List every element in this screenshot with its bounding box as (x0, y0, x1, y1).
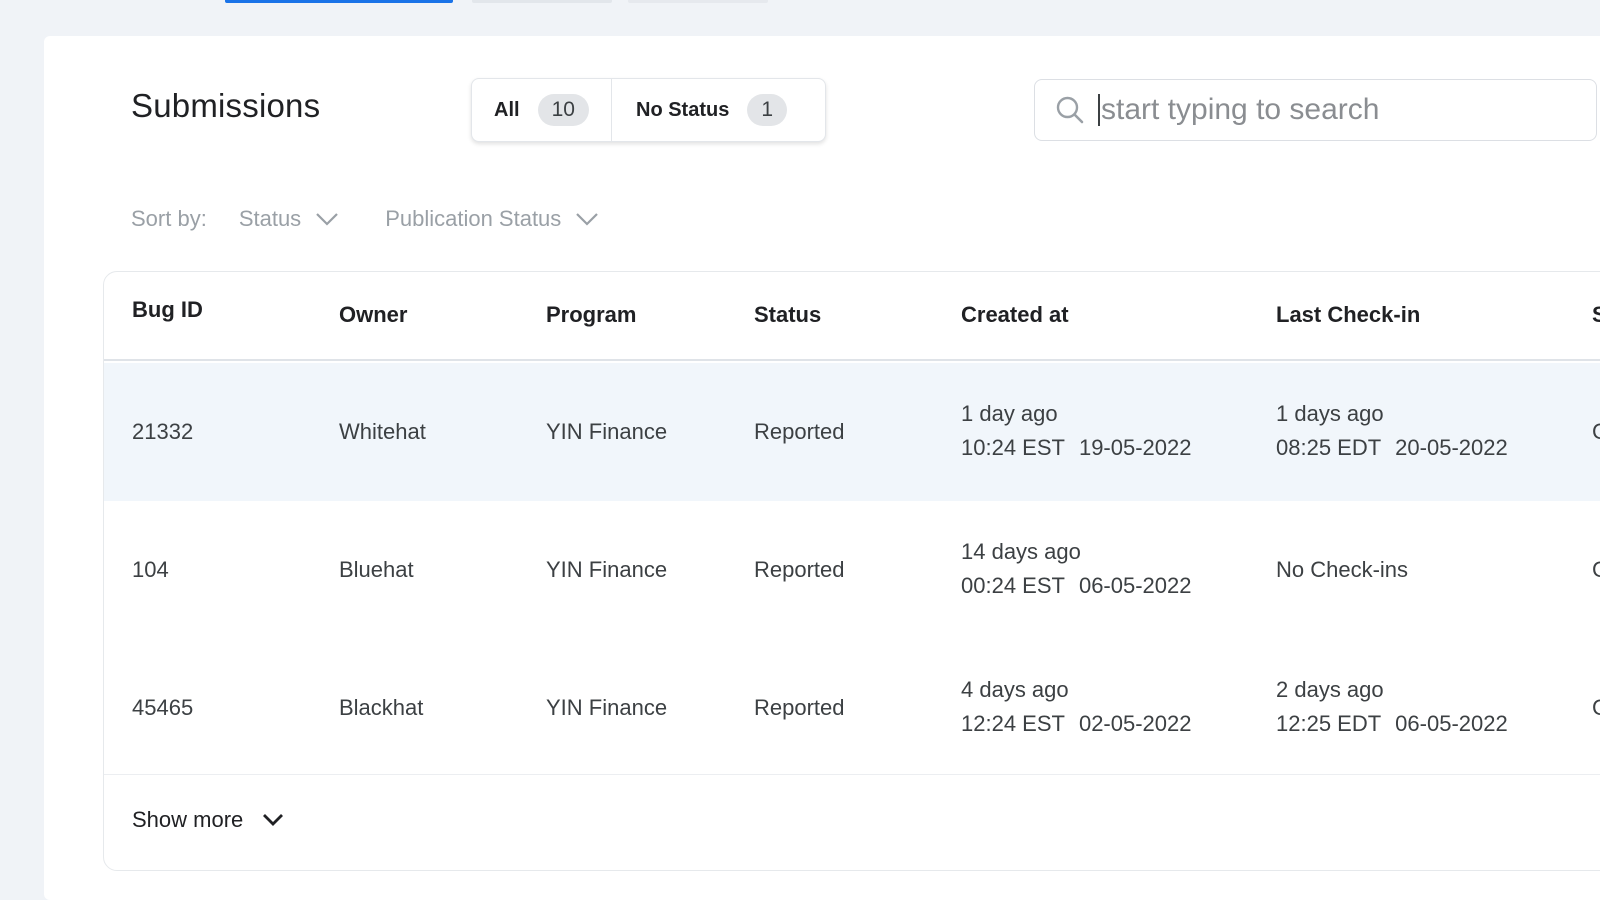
checkin-timestamp: 08:25 EDT 20-05-2022 (1276, 431, 1522, 465)
chevron-down-icon (263, 814, 284, 826)
sort-publication-status-label: Publication Status (385, 206, 562, 231)
status-filter-group: All 10 No Status 1 (471, 78, 826, 142)
created-timestamp: 00:24 EST 06-05-2022 (961, 569, 1206, 603)
checkin-relative: 1 days ago (1276, 401, 1384, 426)
filter-all-count-badge: 10 (537, 94, 589, 126)
column-header-truncated[interactable]: S (1592, 302, 1600, 328)
cell-program: YIN Finance (546, 695, 668, 720)
filter-all-label: All (494, 98, 520, 121)
cell-last-check-in: No Check-ins (1276, 557, 1409, 582)
sort-status-label: Status (238, 206, 302, 231)
column-header-program[interactable]: Program (546, 302, 636, 328)
cell-truncated: C (1592, 691, 1600, 725)
column-header-status[interactable]: Status (754, 302, 821, 328)
created-relative: 1 day ago (961, 401, 1058, 426)
cell-created-at: 1 day ago 10:24 EST 19-05-2022 (961, 397, 1206, 465)
created-time: 00:24 EST (961, 573, 1065, 598)
filter-no-status-button[interactable]: No Status 1 (612, 79, 788, 141)
top-tab-indicator[interactable] (628, 0, 768, 3)
checkin-timestamp: 12:25 EDT 06-05-2022 (1276, 707, 1522, 741)
cell-owner: Blackhat (339, 695, 424, 720)
created-time: 10:24 EST (961, 435, 1065, 460)
checkin-relative: 2 days ago (1276, 677, 1384, 702)
created-relative: 14 days ago (961, 539, 1081, 564)
sort-by-label: Sort by: (131, 206, 207, 231)
sort-publication-status-dropdown[interactable]: Publication Status (385, 206, 599, 232)
created-timestamp: 10:24 EST 19-05-2022 (961, 431, 1206, 465)
column-header-created-at[interactable]: Created at (961, 302, 1069, 328)
cell-bug-id: 104 (132, 557, 169, 582)
sort-bar: Sort by: Status Publication Status (131, 206, 645, 232)
search-box[interactable] (1034, 79, 1597, 141)
table-header: Bug ID Owner Program Status Created at L… (104, 272, 1600, 361)
created-timestamp: 12:24 EST 02-05-2022 (961, 707, 1206, 741)
table-row[interactable]: 45465 Blackhat YIN Finance Reported 4 da… (104, 639, 1600, 777)
cell-last-check-in: 2 days ago 12:25 EDT 06-05-2022 (1276, 673, 1522, 741)
cell-program: YIN Finance (546, 557, 668, 582)
column-header-bug-id[interactable]: Bug ID (132, 297, 203, 323)
created-time: 12:24 EST (961, 711, 1065, 736)
created-date: 19-05-2022 (1078, 435, 1192, 460)
checkin-date: 06-05-2022 (1395, 711, 1508, 736)
filter-no-status-count-badge: 1 (747, 94, 788, 126)
column-header-last-check-in[interactable]: Last Check-in (1276, 302, 1420, 328)
page-title: Submissions (131, 87, 321, 124)
search-input[interactable] (1101, 93, 1581, 127)
created-date: 02-05-2022 (1078, 711, 1192, 736)
top-tab-bar (0, 0, 1600, 4)
checkin-time: 08:25 EDT (1276, 435, 1382, 460)
cell-program: YIN Finance (546, 419, 668, 444)
top-tab-indicator[interactable] (472, 0, 612, 3)
show-more-label: Show more (132, 807, 244, 832)
cell-created-at: 14 days ago 00:24 EST 06-05-2022 (961, 535, 1206, 603)
cell-bug-id: 21332 (132, 419, 194, 444)
table-row[interactable]: 21332 Whitehat YIN Finance Reported 1 da… (104, 363, 1600, 501)
sort-status-dropdown[interactable]: Status (239, 206, 339, 232)
cell-owner: Bluehat (339, 557, 414, 582)
cell-status: Reported (754, 419, 845, 444)
cell-owner: Whitehat (339, 419, 426, 444)
cell-status: Reported (754, 557, 845, 582)
cell-last-check-in: 1 days ago 08:25 EDT 20-05-2022 (1276, 397, 1522, 465)
chevron-down-icon (576, 213, 599, 226)
filter-no-status-label: No Status (636, 98, 730, 121)
cell-created-at: 4 days ago 12:24 EST 02-05-2022 (961, 673, 1206, 741)
created-relative: 4 days ago (961, 677, 1069, 702)
search-icon (1055, 95, 1085, 125)
chevron-down-icon (316, 213, 338, 226)
text-cursor (1098, 94, 1100, 126)
created-date: 06-05-2022 (1078, 573, 1192, 598)
cell-truncated: C (1592, 553, 1600, 587)
top-tab-active-indicator[interactable] (225, 0, 453, 3)
cell-truncated: C (1592, 415, 1600, 449)
column-header-owner[interactable]: Owner (339, 302, 407, 328)
cell-status: Reported (754, 695, 845, 720)
show-more-button[interactable]: Show more (132, 807, 285, 833)
checkin-time: 12:25 EDT (1276, 711, 1382, 736)
filter-all-button[interactable]: All 10 (472, 79, 612, 141)
table-row[interactable]: 104 Bluehat YIN Finance Reported 14 days… (104, 501, 1600, 639)
checkin-date: 20-05-2022 (1395, 435, 1508, 460)
cell-bug-id: 45465 (132, 695, 194, 720)
submissions-table: Bug ID Owner Program Status Created at L… (103, 271, 1600, 871)
table-footer-divider (104, 774, 1600, 775)
